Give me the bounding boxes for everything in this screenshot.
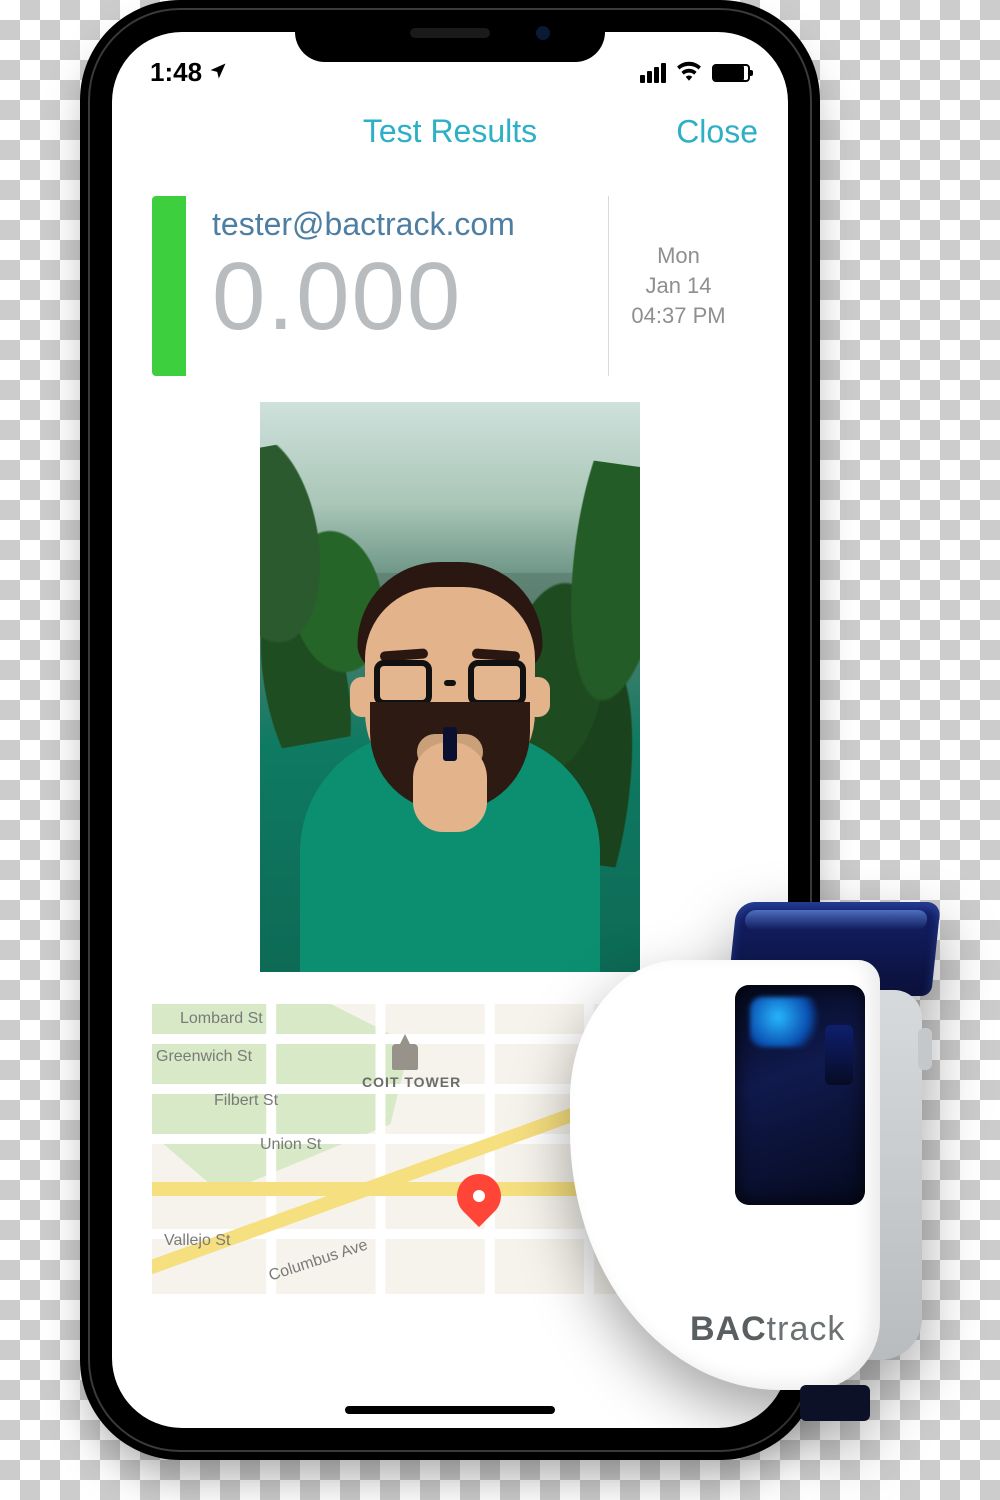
status-right [640, 57, 750, 88]
map-label-union: Union St [260, 1136, 321, 1154]
device-power-button[interactable] [918, 1028, 932, 1070]
device-base [800, 1385, 870, 1421]
device-brand-light: track [767, 1310, 846, 1348]
result-email: tester@bactrack.com [212, 206, 608, 243]
device-led-icon [750, 997, 820, 1047]
status-stripe [152, 196, 186, 376]
verification-photo[interactable] [260, 402, 640, 972]
device-sensor-window [735, 985, 865, 1205]
phone-notch [295, 10, 605, 62]
wifi-icon [676, 57, 702, 88]
page-title: Test Results [363, 113, 537, 150]
status-time: 1:48 [150, 57, 202, 88]
map-label-vallejo: Vallejo St [164, 1232, 230, 1250]
map-label-coit: COIT TOWER [362, 1074, 461, 1090]
status-left: 1:48 [150, 57, 228, 88]
location-arrow-icon [208, 57, 228, 88]
device-brand: BACtrack [690, 1310, 845, 1349]
result-main: tester@bactrack.com 0.000 [186, 196, 608, 376]
device-brand-bold: BAC [690, 1310, 767, 1348]
map-label-filbert: Filbert St [214, 1092, 278, 1110]
coit-tower-icon [392, 1044, 418, 1070]
timestamp-time: 04:37 PM [631, 301, 725, 331]
map-label-greenwich: Greenwich St [156, 1048, 252, 1066]
device-sensor-icon [825, 1025, 853, 1085]
result-card[interactable]: tester@bactrack.com 0.000 Mon Jan 14 04:… [152, 196, 748, 376]
bac-reading: 0.000 [212, 249, 608, 345]
bactrack-device: BACtrack [540, 890, 940, 1440]
close-button[interactable]: Close [676, 113, 758, 150]
result-timestamp: Mon Jan 14 04:37 PM [608, 196, 748, 376]
timestamp-date: Jan 14 [645, 271, 711, 301]
cellular-signal-icon [640, 63, 666, 83]
map-label-lombard: Lombard St [180, 1010, 263, 1028]
battery-icon [712, 64, 750, 82]
verification-photo-wrap [152, 402, 748, 972]
timestamp-dow: Mon [657, 241, 700, 271]
nav-bar: Test Results Close [112, 92, 788, 172]
home-indicator[interactable] [345, 1406, 555, 1414]
